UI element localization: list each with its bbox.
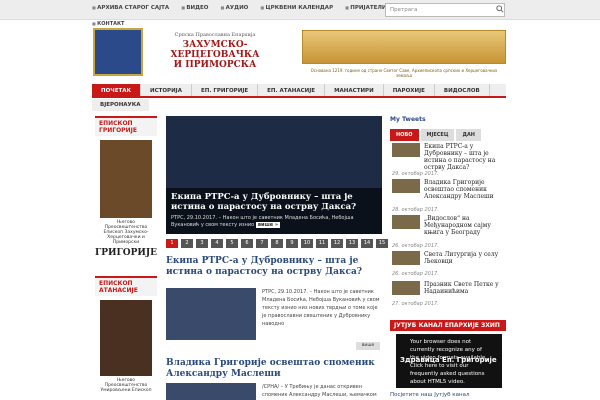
tab-month[interactable]: МЈЕСЕЦ bbox=[420, 129, 455, 141]
bishop-signature: ГРИГОРИЈЕ bbox=[95, 248, 157, 258]
nav-home[interactable]: ПОЧЕТАК bbox=[92, 84, 141, 96]
nav-vjeronauka[interactable]: ВЈЕРОНАУКА bbox=[92, 99, 149, 111]
slider-more-link[interactable]: више » bbox=[255, 222, 281, 228]
youtube-widget: ЈУТЈУБ КАНАЛ ЕПАРХИЈЕ ЗХИП Your browser … bbox=[390, 320, 506, 400]
tab-day[interactable]: ДАН bbox=[456, 129, 481, 141]
main-nav: ПОЧЕТАК ИСТОРИЈА ЕП. ГРИГОРИЈЕ ЕП. АТАНА… bbox=[92, 84, 506, 98]
nav-monasteries[interactable]: МАНАСТИРИ bbox=[325, 84, 384, 96]
tab-new[interactable]: НОВО bbox=[390, 129, 419, 141]
bishop-caption: Његово Преосвештенство Епископ Захумско-… bbox=[103, 220, 149, 245]
youtube-widget-title: ЈУТЈУБ КАНАЛ ЕПАРХИЈЕ ЗХИП bbox=[390, 320, 506, 331]
article-more-button[interactable]: више bbox=[356, 342, 380, 350]
article-excerpt: /СРНА/ – У Требињу је данас откривен спо… bbox=[262, 384, 377, 398]
pager-item[interactable]: 13 bbox=[346, 239, 358, 248]
pager-item[interactable]: 2 bbox=[181, 239, 193, 248]
banner-caption: Основана 1219. године од стране Светог С… bbox=[310, 68, 498, 78]
article-title[interactable]: Владика Григорије освештао споменик Алек… bbox=[166, 358, 382, 380]
pager-item[interactable]: 3 bbox=[196, 239, 208, 248]
tweets-title[interactable]: My Tweets bbox=[390, 116, 506, 123]
pager-item[interactable]: 6 bbox=[241, 239, 253, 248]
article-item: Екипа РТРС-а у Дубровнику – шта је истин… bbox=[166, 256, 382, 356]
nav-atanasije[interactable]: ЕП. АТАНАСИЈЕ bbox=[258, 84, 326, 96]
youtube-channel-link[interactable]: Посјетите наш Јутјуб канал bbox=[390, 392, 469, 398]
nav-parishes[interactable]: ПАРОХИЈЕ bbox=[384, 84, 435, 96]
list-title[interactable]: „Видослов“ на Међународном сајму књига у… bbox=[424, 215, 506, 236]
pager-item[interactable]: 5 bbox=[226, 239, 238, 248]
list-date: 26. октобар 2017. bbox=[392, 243, 439, 249]
news-tabs: НОВО МЈЕСЕЦ ДАН bbox=[390, 129, 506, 141]
pager-item[interactable]: 14 bbox=[361, 239, 373, 248]
topnav-calendar[interactable]: ЦРКВЕНИ КАЛЕНДАР bbox=[260, 5, 334, 11]
widget-title: ЕПИСКОП АТАНАСИЈЕ bbox=[95, 276, 157, 296]
pager-item[interactable]: 11 bbox=[316, 239, 328, 248]
title-line1: Српска Православна Епархија bbox=[174, 32, 256, 38]
subnav-contact[interactable]: КОНТАКТ bbox=[92, 21, 124, 27]
diocese-logo[interactable] bbox=[93, 28, 143, 76]
list-item[interactable]: Света Литургија у селу Љековци 26. октоб… bbox=[390, 251, 506, 281]
search-input[interactable]: Претрага bbox=[385, 3, 505, 17]
title-line3: И ПРИМОРСКА bbox=[173, 60, 257, 70]
nav-history[interactable]: ИСТОРИЈА bbox=[141, 84, 192, 96]
topnav-archive[interactable]: АРХИВА СТАРОГ САЈТА bbox=[92, 5, 169, 11]
bishop-caption: Његово Преосвештенство Умировљени Еписко… bbox=[100, 378, 152, 393]
list-title[interactable]: Екипа РТРС-а у Дубровнику – шта је истин… bbox=[424, 143, 506, 171]
secondary-nav: ВЈЕРОНАУКА bbox=[92, 99, 149, 111]
nav-grigorije[interactable]: ЕП. ГРИГОРИЈЕ bbox=[192, 84, 259, 96]
list-thumbnail[interactable] bbox=[392, 143, 420, 157]
widget-title: ЕПИСКОП ГРИГОРИЈЕ bbox=[95, 116, 157, 136]
article-item: Владика Григорије освештао споменик Алек… bbox=[166, 358, 382, 400]
pager-item[interactable]: 12 bbox=[331, 239, 343, 248]
pager-item[interactable]: 8 bbox=[271, 239, 283, 248]
list-date: 27. октобар 2017. bbox=[392, 301, 439, 307]
pager-item[interactable]: 1 bbox=[166, 239, 178, 248]
pager-item[interactable]: 15 bbox=[376, 239, 388, 248]
title-line2: ЗАХУМСКО-ХЕРЦЕГОВАЧКА bbox=[170, 40, 260, 60]
list-item[interactable]: Празник Свете Петке у Надаинићима 27. ок… bbox=[390, 281, 506, 311]
article-title[interactable]: Екипа РТРС-а у Дубровнику – шта је истин… bbox=[166, 256, 382, 278]
article-thumbnail[interactable] bbox=[166, 383, 256, 400]
list-date: 29. октобар 2017. bbox=[392, 171, 439, 177]
news-list: Екипа РТРС-а у Дубровнику – шта је истин… bbox=[390, 143, 506, 313]
list-thumbnail[interactable] bbox=[392, 281, 420, 295]
bishop-grigorije-widget: ЕПИСКОП ГРИГОРИЈЕ Његово Преосвештенство… bbox=[95, 116, 157, 258]
list-item[interactable]: „Видослов“ на Међународном сајму књига у… bbox=[390, 215, 506, 249]
list-item[interactable]: Екипа РТРС-а у Дубровнику – шта је истин… bbox=[390, 143, 506, 177]
list-thumbnail[interactable] bbox=[392, 251, 420, 265]
list-thumbnail[interactable] bbox=[392, 179, 420, 193]
search-icon[interactable] bbox=[496, 5, 504, 13]
news-slider[interactable]: Екипа РТРС-а у Дубровнику – шта је истин… bbox=[166, 116, 382, 234]
topnav-video[interactable]: ВИДЕО bbox=[181, 5, 208, 11]
pager-item[interactable]: 10 bbox=[301, 239, 313, 248]
slider-title[interactable]: Екипа РТРС-а у Дубровнику – шта је истин… bbox=[171, 192, 377, 212]
article-excerpt: РТРС, 29.10.2017. – Након што је саветни… bbox=[262, 289, 380, 327]
video-overlay-title: Здравица Еп. Григорије bbox=[400, 356, 497, 364]
bishop-photo[interactable] bbox=[100, 140, 152, 218]
list-date: 28. октобар 2017. bbox=[392, 207, 439, 213]
right-sidebar: My Tweets НОВО МЈЕСЕЦ ДАН bbox=[390, 116, 506, 141]
list-date: 26. октобар 2017. bbox=[392, 271, 439, 277]
list-title[interactable]: Празник Свете Петке у Надаинићима bbox=[424, 281, 506, 295]
nav-vidoslov[interactable]: ВИДОСЛОВ bbox=[435, 84, 490, 96]
list-item[interactable]: Владика Григорије освештао споменик Алек… bbox=[390, 179, 506, 213]
slider-pager: 1 2 3 4 5 6 7 8 9 10 11 12 13 14 15 bbox=[166, 239, 388, 248]
top-nav: АРХИВА СТАРОГ САЈТА ВИДЕО АУДИО ЦРКВЕНИ … bbox=[92, 5, 407, 11]
article-thumbnail[interactable] bbox=[166, 288, 256, 340]
list-thumbnail[interactable] bbox=[392, 215, 420, 229]
header-banner bbox=[302, 30, 506, 64]
bishop-photo[interactable] bbox=[100, 300, 152, 376]
slider-text: РТРС, 29.10.2017. – Након што је саветни… bbox=[171, 215, 354, 228]
site-title[interactable]: Српска Православна Епархија ЗАХУМСКО-ХЕР… bbox=[150, 32, 280, 70]
video-player[interactable]: Your browser does not currently recogniz… bbox=[396, 334, 502, 388]
pager-item[interactable]: 7 bbox=[256, 239, 268, 248]
pager-item[interactable]: 9 bbox=[286, 239, 298, 248]
list-title[interactable]: Владика Григорије освештао споменик Алек… bbox=[424, 179, 506, 200]
pager-item[interactable]: 4 bbox=[211, 239, 223, 248]
list-title[interactable]: Света Литургија у селу Љековци bbox=[424, 251, 506, 265]
bishop-atanasije-widget: ЕПИСКОП АТАНАСИЈЕ Његово Преосвештенство… bbox=[95, 276, 157, 393]
top-bar: АРХИВА СТАРОГ САЈТА ВИДЕО АУДИО ЦРКВЕНИ … bbox=[0, 0, 600, 20]
slider-caption: Екипа РТРС-а у Дубровнику – шта је истин… bbox=[166, 188, 382, 234]
topnav-audio[interactable]: АУДИО bbox=[221, 5, 249, 11]
